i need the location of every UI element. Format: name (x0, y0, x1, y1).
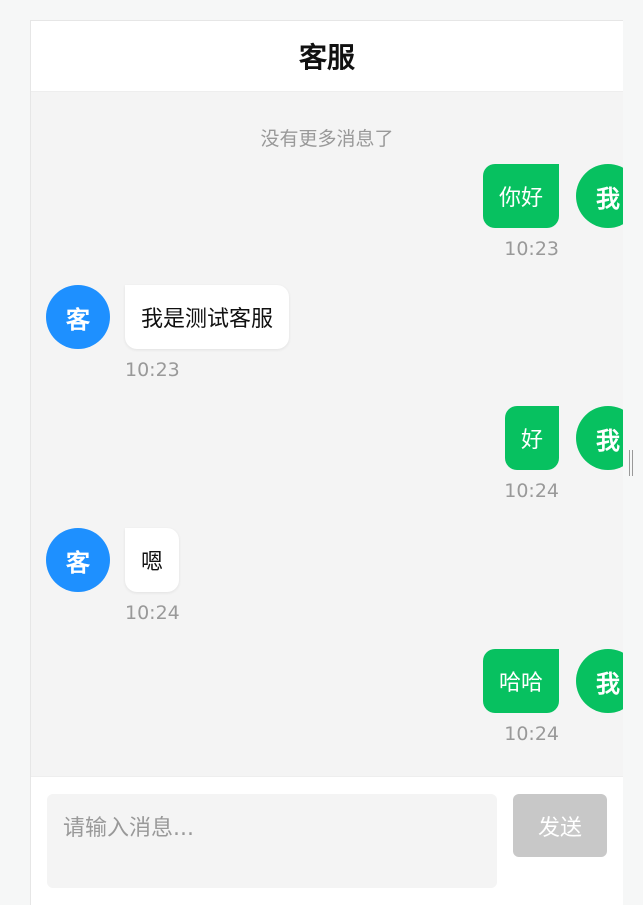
message-text: 好 (520, 428, 543, 453)
message-time: 10:24 (125, 602, 180, 624)
message-time: 10:24 (504, 723, 559, 745)
service-avatar: 客 (46, 285, 110, 349)
my-avatar: 我 (576, 164, 623, 228)
message-time: 10:23 (125, 359, 180, 381)
my-message-bubble: 哈哈 (482, 649, 559, 713)
service-message-bubble: 嗯 (125, 528, 180, 592)
message-text: 我是测试客服 (141, 307, 274, 332)
my-message-bubble: 好 (504, 406, 559, 470)
my-avatar: 我 (576, 649, 623, 713)
send-button[interactable]: 发送 (513, 794, 607, 857)
my-message-bubble: 你好 (482, 164, 559, 228)
page-title: 客服 (298, 41, 355, 74)
message-text: 嗯 (141, 550, 164, 575)
message-text: 哈哈 (498, 671, 543, 696)
resize-handle-icon[interactable] (629, 450, 635, 476)
my-avatar: 我 (576, 406, 623, 470)
message-text: 你好 (498, 186, 543, 211)
message-input[interactable] (47, 794, 497, 888)
message-list[interactable]: 没有更多消息了 你好 我 10:23 客 我是测试客服 10:23 好 我 10… (31, 92, 623, 776)
chat-app: 客服 没有更多消息了 你好 我 10:23 客 我是测试客服 10:23 好 我… (30, 20, 623, 905)
header-bar: 客服 (31, 21, 623, 92)
input-bar: 发送 (31, 776, 623, 905)
service-message-bubble: 我是测试客服 (125, 285, 290, 349)
service-avatar: 客 (46, 528, 110, 592)
message-time: 10:23 (504, 238, 559, 260)
message-time: 10:24 (504, 480, 559, 502)
no-more-messages-text: 没有更多消息了 (260, 128, 394, 150)
